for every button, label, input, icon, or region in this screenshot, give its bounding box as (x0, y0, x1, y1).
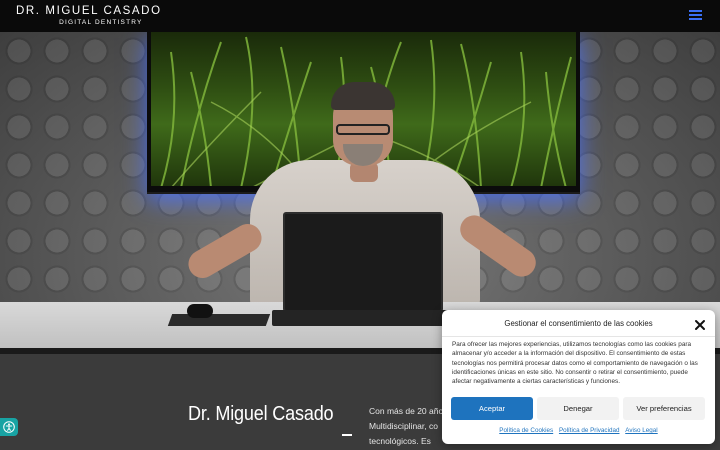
modal-title: Gestionar el consentimiento de las cooki… (504, 319, 653, 328)
legal-notice-link[interactable]: Aviso Legal (625, 427, 657, 434)
modal-policy-links: Política de Cookies Política de Privacid… (442, 427, 715, 434)
intro-text-line: Multidisciplinar, co (369, 421, 438, 431)
site-header: DR. MIGUEL CASADO DIGITAL DENTISTRY (0, 0, 720, 32)
accessibility-button[interactable] (0, 418, 18, 436)
hero-image (0, 32, 720, 354)
intro-text: Con más de 20 año Multidisciplinar, co t… (369, 404, 449, 449)
page: DR. MIGUEL CASADO DIGITAL DENTISTRY Dr. … (0, 0, 720, 450)
deny-button[interactable]: Denegar (537, 397, 619, 420)
logo-sub-text: DIGITAL DENTISTRY (59, 19, 143, 26)
site-logo[interactable]: DR. MIGUEL CASADO DIGITAL DENTISTRY (16, 5, 162, 27)
mousepad (167, 314, 271, 326)
person-hair (331, 82, 395, 110)
cookie-policy-link[interactable]: Política de Cookies (499, 427, 553, 434)
cookie-consent-modal: Gestionar el consentimiento de las cooki… (442, 310, 715, 444)
title-underline (342, 434, 352, 436)
accessibility-icon (3, 421, 15, 433)
laptop-lid (283, 212, 443, 312)
person-glasses (336, 124, 390, 135)
modal-body-text: Para ofrecer las mejores experiencias, u… (452, 341, 698, 386)
accept-button[interactable]: Aceptar (451, 397, 533, 420)
close-icon[interactable] (694, 318, 706, 330)
logo-main-text: DR. MIGUEL CASADO (16, 5, 162, 17)
computer-mouse (187, 304, 213, 318)
view-preferences-button[interactable]: Ver preferencias (623, 397, 705, 420)
privacy-policy-link[interactable]: Política de Privacidad (559, 427, 620, 434)
laptop-base (272, 310, 462, 326)
hamburger-menu-icon[interactable] (689, 10, 702, 22)
intro-title: Dr. Miguel Casado (188, 402, 334, 425)
intro-text-line: Con más de 20 año (369, 406, 444, 416)
intro-text-line: tecnológicos. Es (369, 436, 431, 446)
modal-divider (442, 336, 715, 337)
